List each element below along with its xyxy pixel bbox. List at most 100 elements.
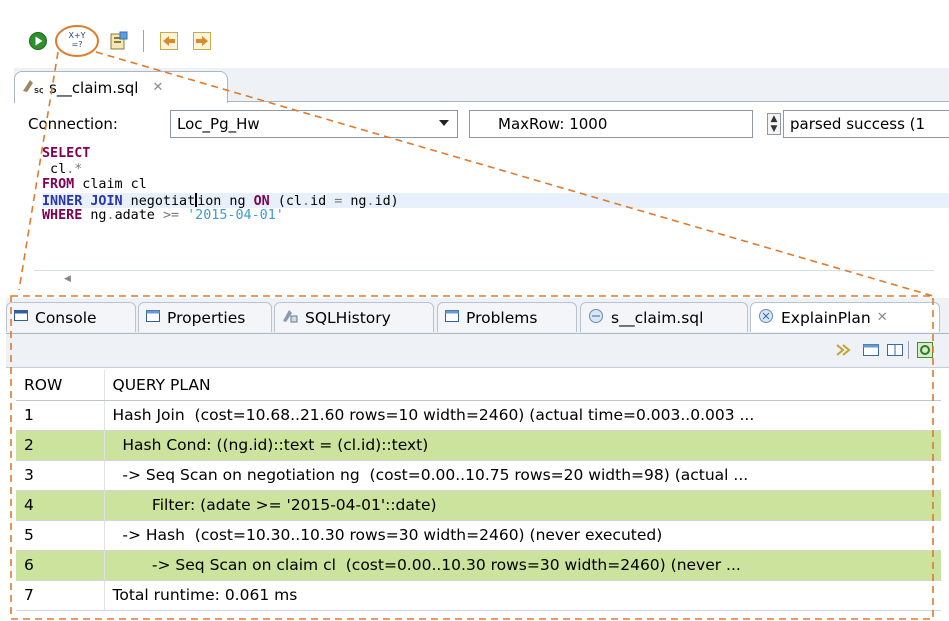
sql-editor: SQL s__claim.sql ✕ Connection: Loc_Pg_Hw… bbox=[14, 68, 949, 286]
code-token: SELECT bbox=[42, 146, 91, 161]
explain-icon[interactable]: X+Y =? bbox=[63, 29, 91, 51]
tab-sqlhistory[interactable]: SQLHistory bbox=[274, 302, 434, 332]
connection-label: Connection: bbox=[28, 115, 118, 133]
query-plan-cell: Total runtime: 0.061 ms bbox=[104, 580, 941, 611]
connection-select[interactable]: Loc_Pg_Hw bbox=[170, 110, 458, 138]
code-token: id bbox=[310, 193, 335, 209]
close-icon[interactable]: ✕ bbox=[877, 310, 888, 325]
code-token: (cl bbox=[269, 193, 302, 209]
row-number-cell: 6 bbox=[16, 550, 105, 581]
problems-icon bbox=[444, 308, 460, 328]
code-token: claim cl bbox=[74, 177, 147, 192]
close-icon[interactable]: ✕ bbox=[152, 80, 163, 95]
row-number-cell: 2 bbox=[16, 430, 105, 461]
svg-text:SQL: SQL bbox=[34, 87, 43, 95]
table-header-row: ROW QUERY PLAN bbox=[16, 370, 941, 401]
main-toolbar: X+Y =? bbox=[0, 0, 949, 66]
tab-label: Properties bbox=[167, 308, 246, 327]
query-plan-cell: -> Seq Scan on claim cl (cost=0.00..10.3… bbox=[104, 550, 941, 581]
column-header-row[interactable]: ROW bbox=[16, 370, 105, 401]
code-token: . bbox=[366, 193, 375, 209]
toolbar-separator bbox=[143, 30, 144, 52]
query-plan-cell: Hash Join (cost=10.68..21.60 rows=10 wid… bbox=[104, 400, 941, 431]
maxrow-field[interactable]: MaxRow: 1000 bbox=[469, 110, 753, 138]
properties-icon bbox=[145, 308, 161, 328]
save-icon[interactable] bbox=[109, 31, 129, 51]
row-number-cell: 7 bbox=[16, 580, 105, 611]
code-token: >= bbox=[162, 208, 180, 223]
tab-properties[interactable]: Properties bbox=[138, 302, 272, 332]
sql-result-icon bbox=[587, 308, 605, 328]
code-line: FROM claim cl bbox=[42, 177, 949, 193]
code-token: WHERE bbox=[42, 208, 83, 223]
row-number-cell: 4 bbox=[16, 490, 105, 521]
table-row[interactable]: 6 -> Seq Scan on claim cl (cost=0.00..10… bbox=[16, 550, 941, 581]
tab-explainplan[interactable]: ExplainPlan ✕ bbox=[750, 302, 940, 332]
tab-label: SQLHistory bbox=[305, 308, 391, 327]
views-tabbar: Console Properties SQLHistory Problems s__cl… bbox=[6, 298, 949, 334]
sql-code[interactable]: SELECT cl.* FROM claim cl INNER JOIN negot… bbox=[42, 146, 949, 224]
code-token: INNER JOIN bbox=[42, 193, 123, 209]
console-icon bbox=[13, 308, 29, 328]
editor-horizontal-scrollbar[interactable]: ◀ bbox=[34, 270, 934, 284]
query-plan-cell: Hash Cond: ((ng.id)::text = (cl.id)::tex… bbox=[104, 430, 941, 461]
table-row[interactable]: 5 -> Hash (cost=10.30..10.30 rows=30 wid… bbox=[16, 520, 941, 551]
code-token: cl bbox=[42, 161, 67, 177]
maxrow-value: MaxRow: 1000 bbox=[498, 115, 608, 133]
table-row[interactable]: 1 Hash Join (cost=10.68..21.60 rows=10 wi… bbox=[16, 400, 941, 431]
tab-problems[interactable]: Problems bbox=[437, 302, 577, 332]
tab-label: ExplainPlan bbox=[781, 308, 871, 327]
parse-status: parsed success (1 bbox=[783, 110, 949, 138]
scroll-left-icon[interactable]: ◀ bbox=[64, 274, 71, 284]
parse-status-text: parsed success (1 bbox=[790, 115, 926, 133]
table-row[interactable]: 4 Filter: (adate >= '2015-04-01'::date) bbox=[16, 490, 941, 521]
toolbar-separator bbox=[908, 341, 909, 359]
editor-tab-s-claim[interactable]: SQL s__claim.sql ✕ bbox=[14, 71, 228, 103]
code-token: ion ng bbox=[197, 193, 254, 209]
code-token: ng bbox=[342, 193, 367, 209]
horizontal-layout-icon[interactable] bbox=[862, 341, 880, 359]
code-token: ng bbox=[82, 208, 107, 223]
svg-text:X+Y: X+Y bbox=[68, 31, 85, 40]
expand-plan-icon[interactable] bbox=[834, 341, 852, 359]
row-number-cell: 5 bbox=[16, 520, 105, 551]
code-line: cl.* bbox=[42, 162, 949, 178]
next-icon[interactable] bbox=[192, 31, 212, 51]
maxrow-spinner[interactable]: ▲ ▼ bbox=[767, 113, 781, 135]
connection-bar: Connection: Loc_Pg_Hw MaxRow: 1000 ▲ ▼ pa… bbox=[28, 110, 949, 138]
table-row[interactable]: 3 -> Seq Scan on negotiation ng (cost=0.… bbox=[16, 460, 941, 491]
tab-label: Problems bbox=[466, 308, 538, 327]
refresh-plan-icon[interactable] bbox=[916, 341, 934, 359]
row-number-cell: 3 bbox=[16, 460, 105, 491]
code-token: * bbox=[74, 161, 83, 177]
connection-value: Loc_Pg_Hw bbox=[177, 115, 260, 133]
code-line: INNER JOIN negotiat ion ng ON (cl.id = ng… bbox=[42, 192, 949, 209]
sqlhistory-icon bbox=[281, 308, 299, 328]
query-plan-cell: -> Hash (cost=10.30..10.30 rows=30 width… bbox=[104, 520, 941, 551]
views-panel: Console Properties SQLHistory Problems s__cl… bbox=[6, 298, 949, 621]
tab-label: s__claim.sql bbox=[611, 308, 704, 327]
code-token: '2015-04-01' bbox=[187, 208, 284, 223]
editor-tab-label: s__claim.sql bbox=[49, 78, 139, 97]
code-token: id) bbox=[374, 193, 399, 209]
table-row[interactable]: 7 Total runtime: 0.061 ms bbox=[16, 580, 941, 611]
vertical-layout-icon[interactable] bbox=[886, 341, 904, 359]
row-number-cell: 1 bbox=[16, 400, 105, 431]
explain-view-toolbar bbox=[6, 334, 949, 368]
tab-label: Console bbox=[35, 308, 97, 327]
query-plan-cell: -> Seq Scan on negotiation ng (cost=0.00… bbox=[104, 460, 941, 491]
chevron-down-icon bbox=[439, 120, 449, 126]
code-token: negotiat bbox=[122, 193, 196, 209]
table-row[interactable]: 2 Hash Cond: ((ng.id)::text = (cl.id)::t… bbox=[16, 430, 941, 461]
previous-icon[interactable] bbox=[159, 31, 179, 51]
column-header-query-plan[interactable]: QUERY PLAN bbox=[104, 370, 941, 401]
run-icon[interactable] bbox=[28, 31, 48, 51]
tab-console[interactable]: Console bbox=[6, 302, 136, 332]
tab-s-claim-sql[interactable]: s__claim.sql bbox=[580, 302, 748, 332]
code-token: adate bbox=[114, 208, 163, 223]
editor-tabbar: SQL s__claim.sql ✕ bbox=[14, 68, 949, 103]
code-token: FROM bbox=[42, 177, 75, 192]
code-token: ON bbox=[253, 193, 270, 209]
code-token: . bbox=[106, 208, 115, 223]
